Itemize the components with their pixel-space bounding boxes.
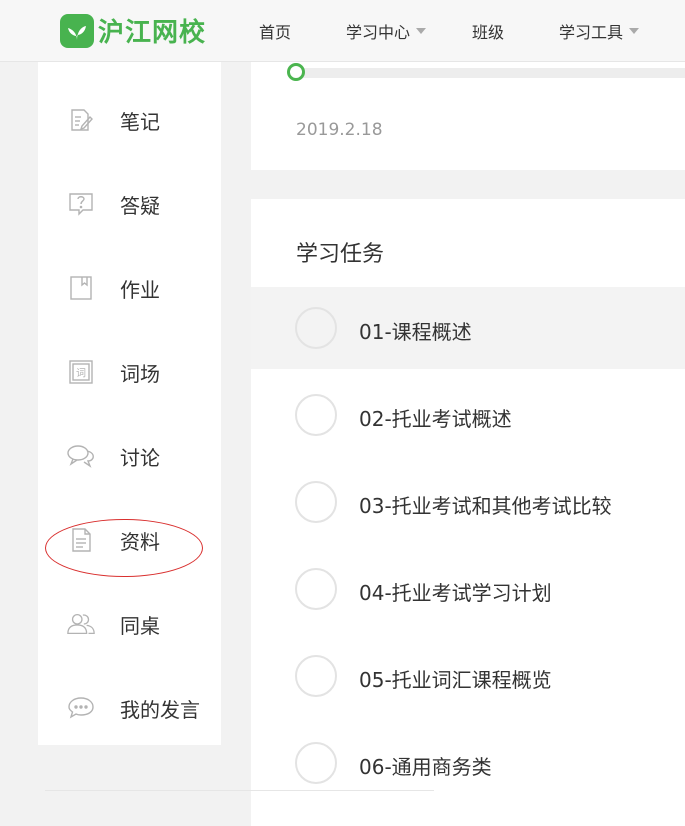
sidebar-item-label: 同桌 [120,613,160,638]
sidebar: 笔记 答疑 作业 词 词场 讨论 资料 同桌 我的发言 [38,62,221,745]
vocab-icon: 词 [66,357,96,387]
nav-learning-tools[interactable]: 学习工具 [559,19,640,43]
sidebar-item-notes[interactable]: 笔记 [38,100,221,140]
nav-class-label: 班级 [472,23,505,42]
nav-learning-tools-label: 学习工具 [559,23,624,42]
task-label: 06-通用商务类 [359,755,492,779]
task-status-circle [295,481,337,523]
task-item-02[interactable]: 02-托业考试概述 [251,374,685,456]
sidebar-item-label: 讨论 [120,445,160,470]
nav-learning-center[interactable]: 学习中心 [346,19,427,43]
sidebar-item-label: 资料 [120,529,160,554]
progress-card: 2019.2.18 [251,62,685,170]
chevron-down-icon [416,28,427,34]
sidebar-item-materials[interactable]: 资料 [38,520,221,560]
task-status-circle [295,655,337,697]
task-status-circle [295,307,337,349]
logo-text: 沪江网校 [98,18,207,48]
nav-learning-center-label: 学习中心 [346,23,411,42]
leaf-logo-icon [60,13,94,48]
task-status-circle [295,568,337,610]
discussion-icon [66,441,96,471]
sidebar-item-label: 词场 [120,361,160,386]
sidebar-item-discussion[interactable]: 讨论 [38,436,221,476]
task-status-circle [295,394,337,436]
nav-class[interactable]: 班级 [472,19,504,43]
svg-text:词: 词 [76,368,86,380]
task-card: 学习任务 01-课程概述 02-托业考试概述 03-托业考试和其他考试比较 04… [251,199,685,826]
progress-date: 2019.2.18 [296,120,383,140]
sidebar-item-deskmates[interactable]: 同桌 [38,604,221,644]
sidebar-item-homework[interactable]: 作业 [38,268,221,308]
homework-icon [66,273,96,303]
top-header: 沪江网校 首页 学习中心 班级 学习工具 [0,0,685,62]
progress-marker [287,63,305,81]
document-icon [66,525,96,555]
task-label: 03-托业考试和其他考试比较 [359,494,612,518]
task-item-04[interactable]: 04-托业考试学习计划 [251,548,685,630]
sidebar-item-label: 笔记 [120,109,160,134]
sidebar-item-my-posts[interactable]: 我的发言 [38,688,221,728]
note-edit-icon [66,105,96,135]
chevron-down-icon [629,28,640,34]
task-item-05[interactable]: 05-托业词汇课程概览 [251,635,685,717]
task-label: 05-托业词汇课程概览 [359,668,552,692]
section-title: 学习任务 [296,242,385,267]
task-label: 02-托业考试概述 [359,407,512,431]
list-divider [45,790,434,791]
sidebar-item-qa[interactable]: 答疑 [38,184,221,224]
task-status-circle [295,742,337,784]
progress-track [295,68,685,78]
nav-home-label: 首页 [259,23,292,42]
site-logo[interactable]: 沪江网校 [60,12,206,49]
nav-home[interactable]: 首页 [259,19,291,43]
sidebar-item-vocab[interactable]: 词 词场 [38,352,221,392]
task-item-01[interactable]: 01-课程概述 [251,287,685,369]
task-item-03[interactable]: 03-托业考试和其他考试比较 [251,461,685,543]
deskmates-icon [66,609,96,639]
question-icon [66,189,96,219]
comment-icon [66,693,96,723]
sidebar-item-label: 作业 [120,277,160,302]
task-label: 04-托业考试学习计划 [359,581,552,605]
task-item-06[interactable]: 06-通用商务类 [251,722,685,804]
sidebar-item-label: 我的发言 [120,697,200,722]
sidebar-item-label: 答疑 [120,193,160,218]
task-label: 01-课程概述 [359,320,472,344]
